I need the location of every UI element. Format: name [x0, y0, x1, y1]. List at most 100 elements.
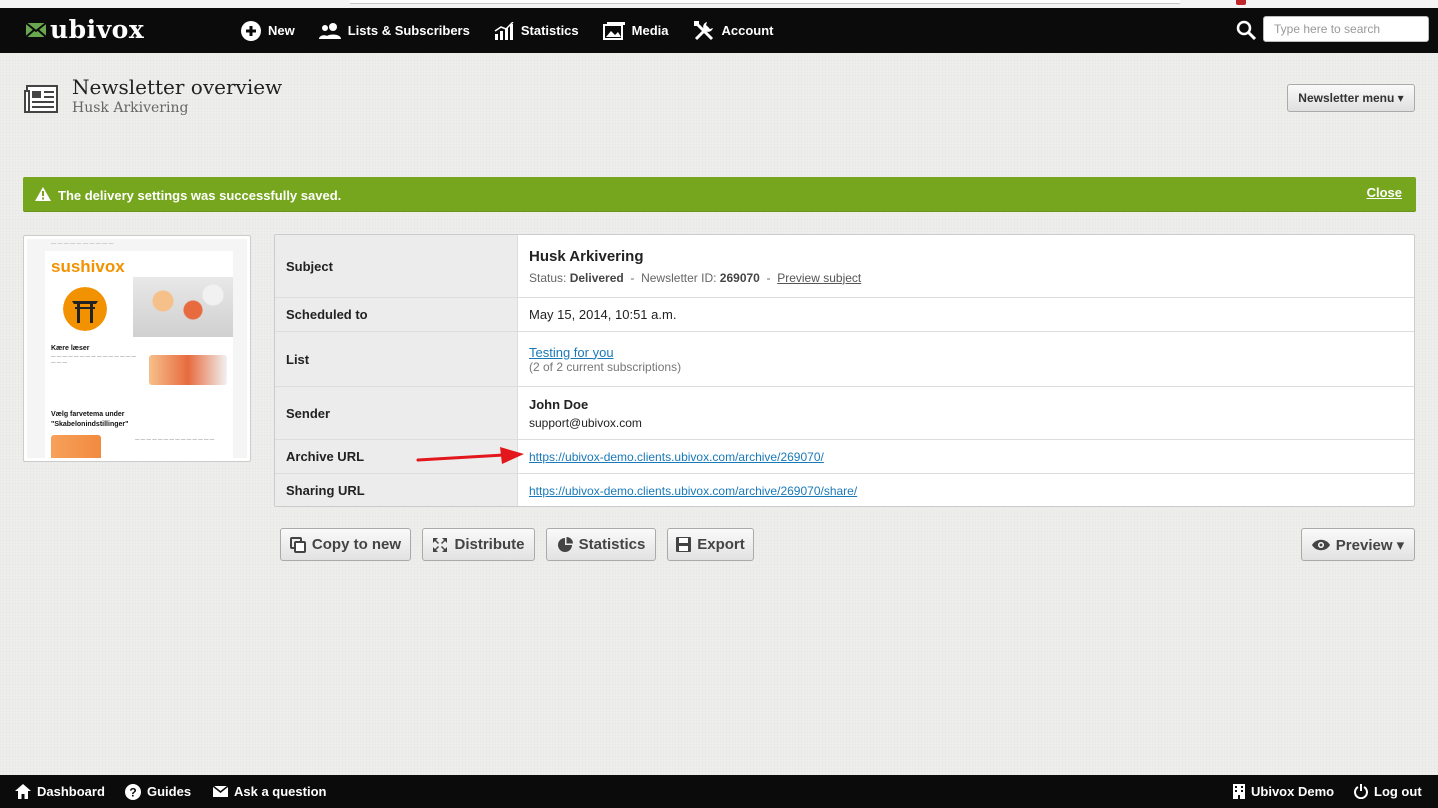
newsletter-icon	[24, 85, 58, 113]
thumbnail-frame: — — — — — — — — — — sushivox Kære læser …	[27, 239, 247, 458]
scheduled-value: May 15, 2014, 10:51 a.m.	[529, 307, 677, 322]
newsletter-id-label: Newsletter ID:	[641, 270, 717, 285]
thumb-body-1: — — — — — — — — — — — — — — — — — —	[51, 354, 137, 365]
statistics-label: Statistics	[578, 536, 646, 553]
thumb-heading-1: Kære læser	[51, 345, 90, 352]
footer-bar: Dashboard ? Guides Ask a question Ubivox…	[0, 775, 1438, 808]
scheduled-label: Scheduled to	[275, 298, 518, 331]
success-alert: The delivery settings was successfully s…	[23, 177, 1416, 212]
browser-chrome	[0, 0, 1438, 8]
footer-logout-link[interactable]: Log out	[1354, 775, 1422, 808]
footer-guides-label: Guides	[147, 784, 192, 799]
meta-separator: -	[763, 270, 774, 285]
sender-name: John Doe	[529, 396, 589, 412]
svg-text:?: ?	[129, 785, 136, 799]
preview-subject-link[interactable]: Preview subject	[777, 271, 861, 285]
table-row-sharing-url: Sharing URL https://ubivox-demo.clients.…	[275, 474, 1414, 506]
subject-title: Husk Arkivering	[529, 247, 644, 265]
list-link[interactable]: Testing for you	[529, 345, 614, 360]
envelope-logo-icon	[26, 22, 46, 38]
thumb-brand: sushivox	[51, 257, 125, 276]
home-icon	[15, 784, 31, 799]
nav-lists-label: Lists & Subscribers	[347, 23, 470, 38]
logo-text: ubivox	[50, 15, 145, 44]
copy-to-new-button[interactable]: Copy to new	[280, 528, 411, 561]
subject-meta: Status: Delivered - Newsletter ID: 26907…	[529, 271, 1403, 285]
sender-email: support@ubivox.com	[529, 415, 642, 430]
footer-account-label: Ubivox Demo	[1251, 784, 1335, 799]
newsletter-id-value: 269070	[719, 270, 760, 285]
plus-circle-icon	[241, 20, 261, 41]
page-subtitle: Husk Arkivering	[72, 100, 189, 116]
footer-dashboard-link[interactable]: Dashboard	[15, 775, 105, 808]
thumbnail-paper: sushivox Kære læser — — — — — — — — — — …	[45, 251, 233, 458]
thumb-preheader: — — — — — — — — — —	[51, 241, 114, 247]
sender-value: John Doe support@ubivox.com	[518, 387, 1414, 439]
nav-new[interactable]: New	[241, 20, 295, 41]
alert-close-link[interactable]: Close	[1367, 185, 1402, 200]
status-label: Status:	[529, 270, 567, 285]
sharing-url-value: https://ubivox-demo.clients.ubivox.com/a…	[518, 474, 1414, 506]
thumb-sushi-image	[133, 277, 233, 337]
thumb-sushi-small	[149, 355, 227, 385]
list-label: List	[275, 332, 518, 386]
sharing-url-link[interactable]: https://ubivox-demo.clients.ubivox.com/a…	[529, 484, 857, 498]
footer-ask-label: Ask a question	[234, 784, 327, 799]
main-menu: New Lists & Subscribers Statistics Media…	[241, 8, 798, 53]
ubivox-logo[interactable]: ubivox	[26, 15, 145, 44]
users-icon	[318, 22, 341, 39]
copy-to-new-label: Copy to new	[311, 536, 402, 553]
image-icon	[602, 21, 625, 40]
top-navigation: ubivox New Lists & Subscribers Statistic…	[0, 8, 1438, 53]
newsletter-thumbnail[interactable]: — — — — — — — — — — sushivox Kære læser …	[23, 235, 251, 462]
footer-ask-link[interactable]: Ask a question	[213, 775, 326, 808]
nav-media[interactable]: Media	[602, 21, 669, 40]
nav-statistics-label: Statistics	[520, 23, 579, 38]
preview-label: Preview ▾	[1335, 536, 1405, 554]
newsletter-menu-button[interactable]: Newsletter menu ▾	[1287, 84, 1415, 112]
statistics-button[interactable]: Statistics	[546, 528, 656, 561]
export-button[interactable]: Export	[667, 528, 754, 561]
list-subscriptions-note: (2 of 2 current subscriptions)	[529, 359, 682, 374]
torii-icon	[63, 287, 107, 331]
footer-dashboard-label: Dashboard	[37, 784, 105, 799]
meta-separator: -	[627, 270, 638, 285]
eye-icon	[1311, 539, 1330, 550]
footer-guides-link[interactable]: ? Guides	[125, 775, 191, 808]
nav-new-label: New	[268, 23, 295, 38]
status-value: Delivered	[569, 270, 624, 285]
pie-chart-icon	[557, 536, 573, 552]
help-icon: ?	[125, 783, 141, 800]
nav-lists-subscribers[interactable]: Lists & Subscribers	[318, 22, 470, 39]
page-title: Newsletter overview	[72, 75, 283, 99]
thumb-sushi-small-2	[51, 435, 101, 458]
building-icon	[1233, 784, 1245, 799]
preview-button[interactable]: Preview ▾	[1301, 528, 1415, 561]
archive-url-link[interactable]: https://ubivox-demo.clients.ubivox.com/a…	[529, 450, 824, 464]
record-indicator	[1236, 0, 1246, 5]
table-row-sender: Sender John Doe support@ubivox.com	[275, 387, 1414, 440]
alert-message: The delivery settings was successfully s…	[58, 188, 342, 203]
archive-url-value: https://ubivox-demo.clients.ubivox.com/a…	[518, 440, 1414, 473]
thumb-heading-2: Vælg farvetema under	[51, 411, 125, 418]
chart-icon	[494, 21, 514, 40]
search-input[interactable]	[1263, 16, 1429, 42]
address-bar	[350, 0, 1180, 4]
sender-label: Sender	[275, 387, 518, 439]
tools-icon	[693, 20, 713, 40]
nav-statistics[interactable]: Statistics	[494, 21, 579, 40]
thumb-heading-3: "Skabelonindstillinger"	[51, 421, 129, 428]
list-value: Testing for you (2 of 2 current subscrip…	[518, 332, 1414, 386]
copy-icon	[289, 536, 306, 553]
sharing-url-label: Sharing URL	[275, 474, 518, 506]
footer-account-link[interactable]: Ubivox Demo	[1233, 775, 1334, 808]
distribute-button[interactable]: Distribute	[422, 528, 535, 561]
warning-icon	[35, 187, 51, 201]
search-icon[interactable]	[1236, 20, 1256, 40]
export-label: Export	[697, 536, 745, 553]
subject-label: Subject	[275, 235, 518, 297]
expand-icon	[433, 537, 448, 552]
nav-account-label: Account	[721, 23, 774, 38]
save-icon	[676, 537, 692, 552]
nav-account[interactable]: Account	[693, 20, 774, 42]
